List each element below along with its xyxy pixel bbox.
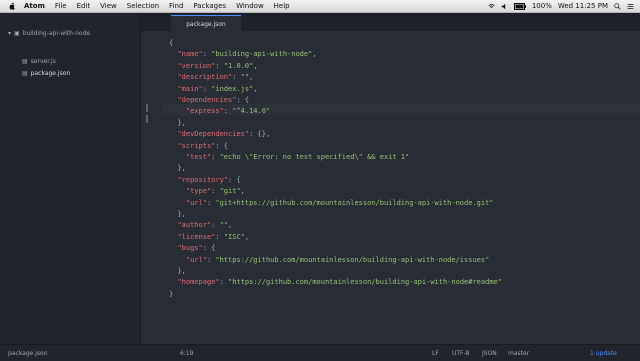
menu-file[interactable]: File [55, 2, 67, 10]
menu-extras: 100% Wed 11:25 PM [482, 0, 634, 12]
status-line-ending[interactable]: LF [432, 350, 439, 357]
code-line: "homepage": "https://github.com/mountain… [177, 278, 502, 287]
code-line: "test": "echo \"Error: no test specified… [185, 153, 410, 161]
code-line: "dependencies": { [177, 96, 250, 104]
status-branch[interactable]: master [508, 350, 529, 357]
code-line: { [169, 39, 174, 47]
code-line: "name": "building-api-with-node", [177, 50, 317, 59]
apple-icon[interactable] [8, 2, 16, 10]
code-line: "main": "index.js", [177, 84, 258, 93]
status-encoding[interactable]: UTF-8 [452, 350, 470, 357]
git-modified-marker [146, 104, 148, 112]
battery-percent: 100% [531, 2, 552, 10]
notification-center-icon[interactable] [627, 3, 634, 10]
code-line: }, [169, 267, 186, 275]
code-line: "url": "https://github.com/mountainlesso… [185, 255, 490, 264]
code-line: }, [169, 164, 186, 173]
clock[interactable]: Wed 11:25 PM [558, 2, 608, 10]
status-bar: package.json 6:19 LF UTF-8 JSON master 1… [0, 344, 640, 361]
repo-icon: ▣ [14, 30, 20, 37]
menu-app[interactable]: Atom [24, 2, 45, 10]
menu-selection[interactable]: Selection [127, 2, 159, 10]
gutter [141, 31, 161, 344]
menu-edit[interactable]: Edit [77, 2, 91, 10]
code-line: "repository": { [177, 175, 241, 184]
status-updates-badge[interactable]: 1 update [590, 350, 617, 357]
code-line: }, [169, 118, 186, 127]
menu-window[interactable]: Window [236, 2, 264, 10]
menu-view[interactable]: View [100, 2, 117, 10]
chevron-down-icon: ▾ [8, 30, 12, 37]
menu-bar: Atom File Edit View Selection Find Packa… [0, 0, 640, 13]
code-line: "version": "1.0.0", [177, 61, 258, 70]
project-root-label: building-api-with-node [22, 30, 91, 37]
tree-item-label: server.js [30, 58, 56, 65]
code-line: "license": "ISC", [177, 232, 250, 241]
tree-item-package-json[interactable]: ▤ package.json [22, 70, 70, 77]
file-icon: ▤ [22, 58, 28, 65]
code-line: "author": "", [177, 221, 233, 230]
code-line: "description": "", [177, 73, 254, 82]
file-icon: ▤ [22, 70, 28, 77]
status-grammar[interactable]: JSON [482, 350, 497, 357]
code-line: } [169, 289, 174, 298]
tab-package-json[interactable]: package.json [171, 15, 241, 32]
menu-find[interactable]: Find [169, 2, 183, 10]
menu-packages[interactable]: Packages [193, 2, 226, 10]
project-root-folder[interactable]: ▾ ▣ building-api-with-node [8, 30, 90, 37]
code-editor[interactable]: { "name": "building-api-with-node", "ver… [141, 31, 640, 344]
menu-help[interactable]: Help [274, 2, 290, 10]
tab-label: package.json [186, 20, 226, 28]
code-line: "url": "git+https://github.com/mountainl… [185, 198, 494, 207]
tab-bar: package.json [141, 13, 640, 32]
code-line: }, [169, 210, 186, 218]
wifi-icon[interactable] [488, 3, 495, 10]
code-line: "type": "git", [185, 187, 245, 196]
tree-item-server-js[interactable]: ▤ server.js [22, 58, 56, 65]
spotlight-search-icon[interactable] [614, 2, 621, 10]
status-cursor-position[interactable]: 6:19 [180, 350, 193, 357]
code-line: "scripts": { [177, 141, 229, 150]
status-file-name[interactable]: package.json [8, 350, 48, 357]
git-modified-marker [146, 115, 148, 123]
volume-icon[interactable] [501, 3, 508, 10]
code-line: "bugs": { [177, 244, 216, 253]
code-line: "devDependencies": {}, [177, 130, 271, 139]
battery-icon[interactable] [513, 2, 526, 10]
code-line: "express": "^4.14.0" [185, 107, 271, 116]
tree-item-label: package.json [30, 70, 71, 77]
tree-view: ▾ ▣ building-api-with-node ▤ server.js ▤… [0, 13, 141, 344]
